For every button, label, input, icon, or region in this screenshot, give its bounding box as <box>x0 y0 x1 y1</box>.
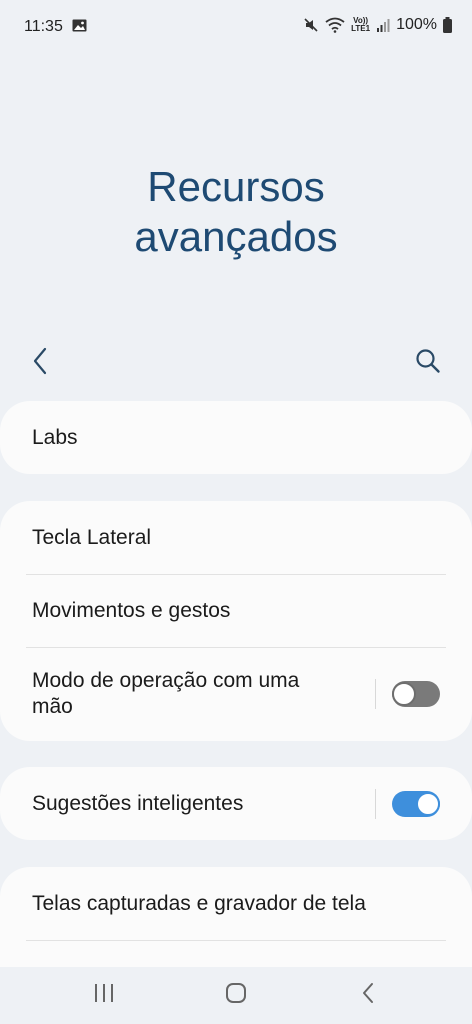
page-title: Recursos avançados <box>0 162 472 262</box>
one-handed-mode-label-line2: mão <box>32 695 73 718</box>
navigation-bar <box>0 965 472 1024</box>
recents-icon <box>95 984 113 1002</box>
signal-icon <box>377 19 390 32</box>
toggle-knob <box>392 682 416 706</box>
image-notification-icon <box>72 19 87 32</box>
lte-label: LTE1 <box>351 24 371 33</box>
side-key-label: Tecla Lateral <box>32 525 152 549</box>
smart-suggestions-switch-wrap <box>375 788 440 819</box>
suggestions-card: Sugestões inteligentes <box>0 767 472 840</box>
smart-suggestions-label: Sugestões inteligentes <box>32 791 244 815</box>
screenshots-recorder-item[interactable]: Telas capturadas e gravador de tela <box>0 867 472 940</box>
screenshots-recorder-label: Telas capturadas e gravador de tela <box>32 891 366 915</box>
mute-icon <box>304 18 318 32</box>
status-time: 11:35 <box>24 18 63 35</box>
page-title-line2: avançados <box>134 213 338 260</box>
smart-suggestions-item[interactable]: Sugestões inteligentes <box>0 767 472 840</box>
vertical-separator <box>375 679 376 709</box>
chevron-left-icon <box>33 347 47 375</box>
vertical-separator <box>375 788 376 819</box>
controls-card: Tecla Lateral Movimentos e gestos Modo d… <box>0 501 472 741</box>
back-icon <box>363 983 373 1003</box>
battery-percent: 100% <box>396 16 437 33</box>
lte-indicator: Vo)) LTE1 <box>351 17 370 33</box>
home-icon <box>226 983 246 1003</box>
search-button[interactable] <box>410 343 446 379</box>
one-handed-mode-item[interactable]: Modo de operação com uma mão <box>0 648 472 740</box>
home-button[interactable] <box>218 979 254 1007</box>
toggle-knob <box>416 791 440 816</box>
side-key-item[interactable]: Tecla Lateral <box>0 501 472 574</box>
motions-gestures-item[interactable]: Movimentos e gestos <box>0 575 472 647</box>
one-handed-mode-toggle[interactable] <box>392 681 440 707</box>
back-button[interactable] <box>22 343 58 379</box>
nav-back-button[interactable] <box>350 979 386 1007</box>
one-handed-mode-label-line1: Modo de operação com uma <box>32 669 300 692</box>
motions-gestures-label: Movimentos e gestos <box>32 599 231 622</box>
page-title-line1: Recursos <box>147 163 325 210</box>
labs-item[interactable]: Labs <box>0 401 472 474</box>
divider <box>26 940 446 941</box>
labs-card: Labs <box>0 401 472 474</box>
search-icon <box>416 349 440 373</box>
capture-card: Telas capturadas e gravador de tela <box>0 867 472 967</box>
status-bar: 11:35 Vo)) LTE1 100% <box>0 0 472 56</box>
wifi-icon <box>325 17 345 33</box>
one-handed-mode-label: Modo de operação com uma mão <box>32 668 375 720</box>
one-handed-mode-switch-wrap <box>375 679 440 709</box>
smart-suggestions-toggle[interactable] <box>392 790 440 817</box>
recents-button[interactable] <box>86 979 122 1007</box>
battery-icon <box>443 17 452 33</box>
labs-label: Labs <box>32 425 78 449</box>
